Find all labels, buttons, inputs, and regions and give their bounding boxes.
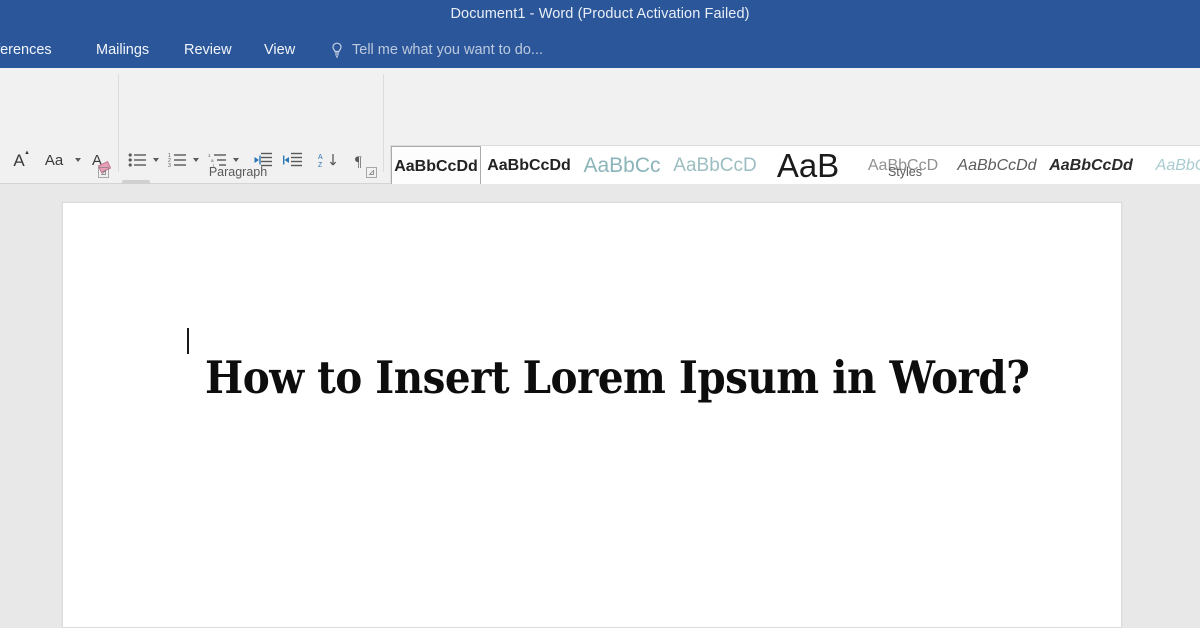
ribbon-tab-references[interactable]: eferences bbox=[0, 32, 58, 68]
style-preview-text: AaBbCc bbox=[583, 154, 660, 178]
tell-me-search[interactable]: Tell me what you want to do... bbox=[352, 32, 543, 68]
style-preview-text: AaBbCc bbox=[1156, 157, 1200, 175]
window-title: Document1 - Word (Product Activation Fai… bbox=[0, 0, 1200, 28]
ribbon-group-divider bbox=[383, 74, 384, 172]
lightbulb-icon bbox=[330, 42, 344, 59]
document-heading: How to Insert Lorem Ipsum in Word? bbox=[205, 351, 979, 404]
font-dialog-launcher[interactable] bbox=[98, 167, 109, 178]
grow-arrow-icon: ▲ bbox=[24, 150, 30, 156]
style-preview-text: AaBbCcDd bbox=[394, 158, 478, 176]
change-case-icon: Aa bbox=[45, 153, 63, 168]
change-case-button[interactable]: Aa bbox=[36, 146, 72, 174]
text-cursor bbox=[187, 328, 189, 354]
document-page[interactable]: How to Insert Lorem Ipsum in Word? bbox=[62, 202, 1122, 628]
show-formatting-marks-icon: ¶ bbox=[353, 152, 369, 168]
ribbon-group-divider bbox=[118, 74, 119, 172]
ribbon-tab-strip: eferences Mailings Review View Tell me what… bbox=[0, 32, 1200, 68]
svg-text:A: A bbox=[318, 154, 323, 161]
ribbon: A▲AaAAabA 1231aiAZ¶ AaBbCcDd¶NormalAaBbC… bbox=[0, 68, 1200, 184]
multilevel-list-dropdown-arrow-icon[interactable] bbox=[233, 158, 239, 162]
document-workspace: How to Insert Lorem Ipsum in Word? bbox=[0, 184, 1200, 628]
title-bar: Document1 - Word (Product Activation Fai… bbox=[0, 0, 1200, 32]
style-preview: AaBbCcDd bbox=[1046, 146, 1136, 186]
bullets-icon bbox=[128, 152, 148, 168]
paragraph-group-label: Paragraph bbox=[148, 165, 328, 179]
paragraph-dialog-launcher[interactable] bbox=[366, 167, 377, 178]
grow-font-button[interactable]: A▲ bbox=[4, 146, 34, 174]
style-preview: AaBbCcD bbox=[670, 146, 760, 186]
style-preview: AaBbCcDd bbox=[484, 146, 574, 186]
bullets-dropdown-arrow-icon[interactable] bbox=[153, 158, 159, 162]
style-preview: AaBbCc bbox=[1140, 146, 1200, 186]
ribbon-tab-review[interactable]: Review bbox=[178, 32, 238, 68]
change-case-dropdown-arrow-icon[interactable] bbox=[75, 158, 81, 162]
styles-group-label: Styles bbox=[810, 165, 1000, 179]
style-preview: AaBbCc bbox=[578, 146, 666, 186]
style-preview-text: AaBbCcDd bbox=[487, 157, 571, 175]
style-preview-text: AaBbCcD bbox=[673, 155, 756, 177]
ribbon-tab-view[interactable]: View bbox=[258, 32, 301, 68]
style-preview: AaBbCcDd bbox=[392, 147, 480, 187]
style-preview-text: AaBbCcDd bbox=[1049, 157, 1133, 175]
grow-font-icon: A bbox=[13, 152, 24, 169]
numbering-dropdown-arrow-icon[interactable] bbox=[193, 158, 199, 162]
bullets-button[interactable] bbox=[126, 148, 150, 172]
ribbon-tab-mailings[interactable]: Mailings bbox=[90, 32, 155, 68]
svg-text:¶: ¶ bbox=[355, 154, 362, 168]
